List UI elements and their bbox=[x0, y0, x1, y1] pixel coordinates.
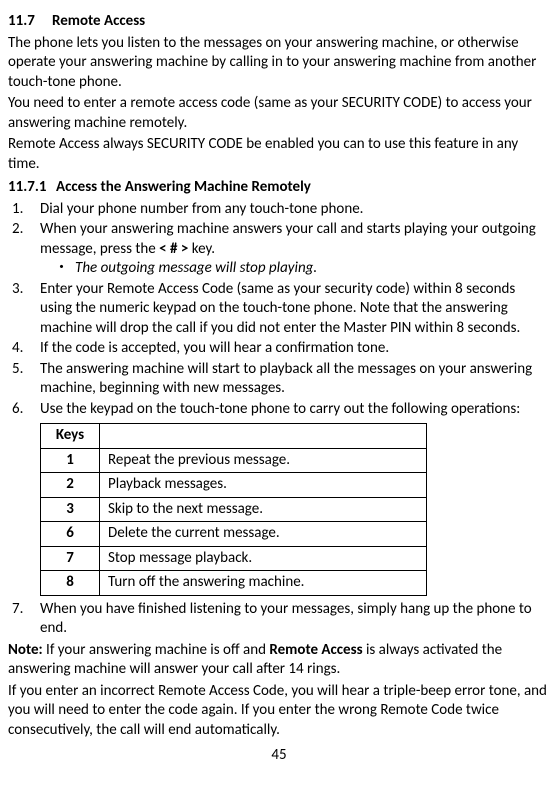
table-row: Keys bbox=[41, 424, 427, 449]
desc-cell: Skip to the next message. bbox=[100, 497, 427, 522]
list-item: If the code is accepted, you will hear a… bbox=[38, 339, 550, 359]
list-item: When your answering machine answers your… bbox=[38, 220, 550, 279]
section-number: 11.7 bbox=[8, 12, 52, 32]
subsection-number: 11.7.1 bbox=[8, 178, 56, 198]
table-row: 2 Playback messages. bbox=[41, 473, 427, 498]
page-number: 45 bbox=[8, 746, 550, 766]
note-bold: Remote Access bbox=[269, 641, 362, 659]
key-cell: 3 bbox=[41, 497, 100, 522]
table-row: 1 Repeat the previous message. bbox=[41, 448, 427, 473]
desc-cell: Delete the current message. bbox=[100, 522, 427, 547]
key-label: < # > bbox=[159, 240, 188, 258]
intro-p3: Remote Access always SECURITY CODE be en… bbox=[8, 135, 550, 174]
desc-cell: Turn off the answering machine. bbox=[100, 571, 427, 596]
subsection-title: Access the Answering Machine Remotely bbox=[56, 178, 311, 196]
list-item: Enter your Remote Access Code (same as y… bbox=[38, 280, 550, 339]
table-row: 6 Delete the current message. bbox=[41, 522, 427, 547]
desc-cell: Stop message playback. bbox=[100, 546, 427, 571]
section-title: Remote Access bbox=[52, 12, 145, 30]
keys-table: Keys 1 Repeat the previous message. 2 Pl… bbox=[40, 423, 427, 596]
list-item: When you have finished listening to your… bbox=[38, 600, 550, 639]
list-item: The answering machine will start to play… bbox=[38, 360, 550, 399]
step-note: The outgoing message will stop playing. bbox=[54, 259, 550, 279]
list-item: Use the keypad on the touch-tone phone t… bbox=[38, 400, 550, 596]
list-item: Dial your phone number from any touch-to… bbox=[38, 200, 550, 220]
key-cell: 1 bbox=[41, 448, 100, 473]
subsection-heading: 11.7.1Access the Answering Machine Remot… bbox=[8, 178, 550, 198]
key-cell: 8 bbox=[41, 571, 100, 596]
desc-cell: Repeat the previous message. bbox=[100, 448, 427, 473]
table-row: 7 Stop message playback. bbox=[41, 546, 427, 571]
table-row: 3 Skip to the next message. bbox=[41, 497, 427, 522]
note-paragraph: Note: If your answering machine is off a… bbox=[8, 641, 550, 680]
table-header-keys: Keys bbox=[41, 424, 100, 449]
note-p2: If you enter an incorrect Remote Access … bbox=[8, 682, 550, 741]
table-header-desc bbox=[100, 424, 427, 449]
desc-cell: Playback messages. bbox=[100, 473, 427, 498]
key-cell: 2 bbox=[41, 473, 100, 498]
key-cell: 6 bbox=[41, 522, 100, 547]
note-label: Note: bbox=[8, 641, 43, 659]
table-row: 8 Turn off the answering machine. bbox=[41, 571, 427, 596]
intro-p1: The phone lets you listen to the message… bbox=[8, 34, 550, 93]
key-cell: 7 bbox=[41, 546, 100, 571]
intro-p2: You need to enter a remote access code (… bbox=[8, 94, 550, 133]
steps-list: Dial your phone number from any touch-to… bbox=[8, 200, 550, 639]
section-heading: 11.7Remote Access bbox=[8, 12, 550, 32]
